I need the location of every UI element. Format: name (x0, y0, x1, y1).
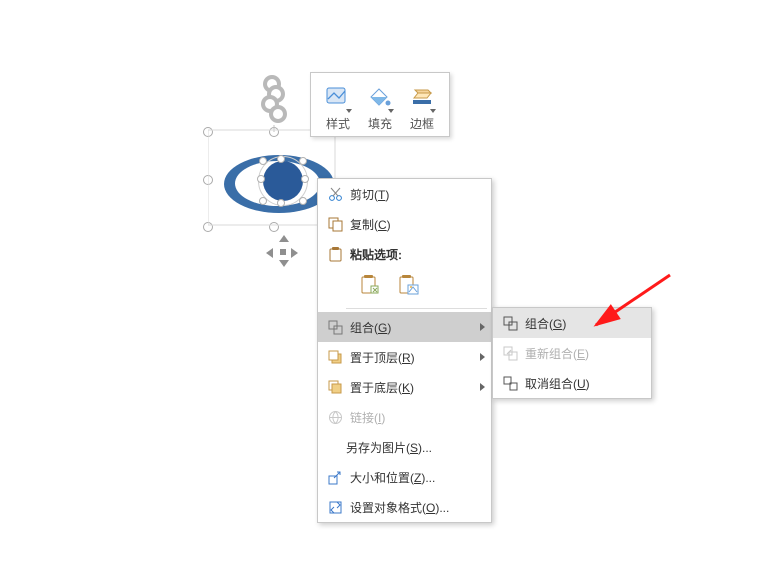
fill-button[interactable]: 填充 (359, 86, 401, 132)
menu-format-obj-label: 设置对象格式(O)... (350, 499, 485, 516)
menu-bring-to-front[interactable]: 置于顶层(R) (318, 342, 491, 372)
menu-size-pos-label: 大小和位置(Z)... (350, 469, 485, 486)
submenu-group-label: 组合(G) (525, 315, 645, 332)
menu-send-back-label: 置于底层(K) (350, 379, 480, 396)
style-icon (325, 86, 351, 112)
copy-icon (324, 214, 346, 234)
outline-label: 边框 (410, 115, 434, 132)
format-obj-icon (324, 497, 346, 517)
submenu-group[interactable]: 组合(G) (493, 308, 651, 338)
style-button[interactable]: 样式 (317, 86, 359, 132)
cut-icon (324, 184, 346, 204)
paste-option-keep-source[interactable] (358, 273, 384, 299)
context-menu: 剪切(T) 复制(C) 粘贴选项: 组合(G) 置于顶层(R) (317, 178, 492, 523)
ungroup-icon (499, 373, 521, 393)
submenu-ungroup[interactable]: 取消组合(U) (493, 368, 651, 398)
submenu-arrow-icon (480, 353, 485, 361)
send-back-icon (324, 377, 346, 397)
group-icon (324, 317, 346, 337)
menu-cut[interactable]: 剪切(T) (318, 179, 491, 209)
eye-shape-iris[interactable] (263, 161, 303, 201)
menu-save-as-picture[interactable]: 另存为图片(S)... (318, 432, 491, 462)
regroup-icon (499, 343, 521, 363)
menu-group-label: 组合(G) (350, 319, 480, 336)
submenu-arrow-icon (480, 383, 485, 391)
menu-paste-options-header: 粘贴选项: (318, 239, 491, 269)
menu-link: 链接(I) (318, 402, 491, 432)
group-icon (499, 313, 521, 333)
mini-toolbar: 样式 填充 边框 (310, 72, 450, 137)
menu-size-and-position[interactable]: 大小和位置(Z)... (318, 462, 491, 492)
link-icon (324, 407, 346, 427)
submenu-regroup: 重新组合(E) (493, 338, 651, 368)
menu-format-object[interactable]: 设置对象格式(O)... (318, 492, 491, 522)
submenu-arrow-icon (480, 323, 485, 331)
fill-label: 填充 (368, 115, 392, 132)
bring-front-icon (324, 347, 346, 367)
menu-bring-front-label: 置于顶层(R) (350, 349, 480, 366)
fill-icon (367, 86, 393, 112)
style-label: 样式 (326, 115, 350, 132)
outline-button[interactable]: 边框 (401, 86, 443, 132)
menu-copy-label: 复制(C) (350, 216, 485, 233)
submenu-ungroup-label: 取消组合(U) (525, 375, 645, 392)
submenu-regroup-label: 重新组合(E) (525, 345, 645, 362)
menu-save-pic-label: 另存为图片(S)... (346, 439, 485, 456)
outline-icon (409, 86, 435, 112)
paste-options-row (318, 269, 491, 305)
menu-send-to-back[interactable]: 置于底层(K) (318, 372, 491, 402)
paste-option-picture[interactable] (396, 273, 422, 299)
size-pos-icon (324, 467, 346, 487)
menu-paste-header-label: 粘贴选项: (350, 246, 485, 263)
move-cursor-icon (268, 237, 296, 265)
paste-icon (324, 244, 346, 264)
group-submenu: 组合(G) 重新组合(E) 取消组合(U) (492, 307, 652, 399)
menu-cut-label: 剪切(T) (350, 186, 485, 203)
menu-link-label: 链接(I) (350, 409, 485, 426)
menu-copy[interactable]: 复制(C) (318, 209, 491, 239)
menu-group[interactable]: 组合(G) (318, 312, 491, 342)
